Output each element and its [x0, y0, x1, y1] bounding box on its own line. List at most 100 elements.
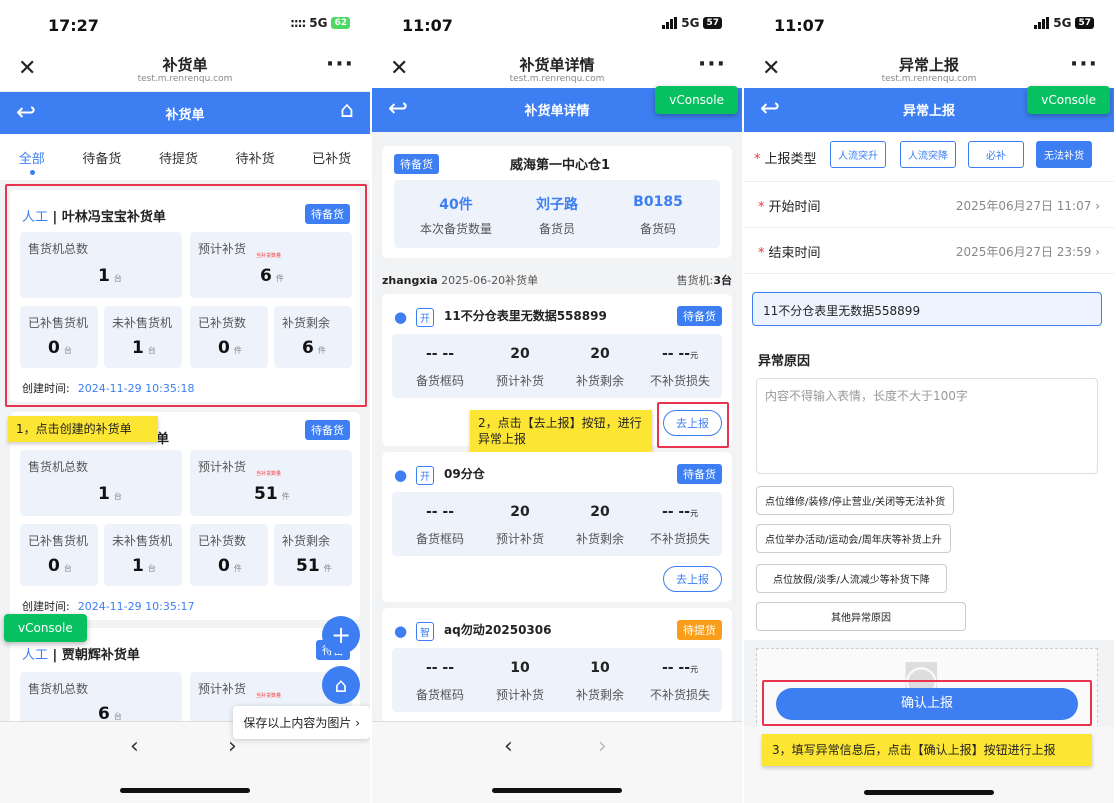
reason-preset-3[interactable]: 点位放假/淡季/人流减少等补货下降	[756, 564, 947, 593]
page-url: test.m.renrenqu.com	[881, 74, 977, 84]
app-header-title: 补货单	[165, 108, 205, 123]
reason-preset-2[interactable]: 点位举办活动/运动会/周年庆等补货上升	[756, 524, 951, 553]
start-time-value: 2025年06月27日 11:07	[955, 199, 1092, 213]
phone-screen-list: 17:27 :::: 5G 62 ✕ 补货单 test.m.renrenqu.c…	[0, 0, 370, 803]
home-indicator	[492, 788, 622, 793]
end-time-row[interactable]: * 结束时间 2025年06月27日 23:59 ›	[744, 228, 1114, 274]
card-title: 人工 | 贾朝辉补货单	[22, 648, 140, 663]
location-pin-icon: ●	[394, 466, 408, 484]
stock-qty: 40件	[439, 197, 473, 213]
highlight-box	[5, 184, 367, 407]
page-url: test.m.renrenqu.com	[137, 74, 233, 84]
page-title: 补货单	[162, 56, 208, 74]
status-time: 11:07	[774, 16, 825, 35]
home-icon: ⌂	[334, 673, 348, 697]
status-badge: 待备货	[677, 306, 722, 326]
stock-code: B0185	[633, 194, 683, 210]
reason-preset-4[interactable]: 其他异常原因	[756, 602, 966, 631]
stat-undone-machines: 未补售货机 1台	[104, 524, 182, 586]
report-type-options: 人流突升 人流突降 必补 无法补货	[830, 141, 1098, 173]
nav-bar: ✕ 异常上报 test.m.renrenqu.com ···	[744, 44, 1114, 92]
status-badge: 待备货	[305, 420, 350, 440]
status-badge: 待备货	[677, 464, 722, 484]
tab-all[interactable]: 全部	[19, 148, 45, 175]
browser-back-icon[interactable]: ‹	[130, 734, 139, 759]
status-bar: 17:27 :::: 5G 62	[0, 0, 370, 44]
highlight-box	[762, 680, 1092, 726]
app-header: ↩ 补货单 ⌂	[0, 92, 370, 134]
reason-section: 异常原因 内容不得输入表情，长度不大于100字 点位维修/装修/停止营业/关闭等…	[744, 340, 1114, 640]
machine-item-card: ● 智 aq勿动20250306 待提货 -- -- 备货框码 10 预计补货 10…	[382, 608, 732, 724]
reason-textarea[interactable]: 内容不得输入表情，长度不大于100字	[756, 378, 1098, 474]
vconsole-button[interactable]: vConsole	[1027, 86, 1110, 114]
chevron-right-icon: ›	[1095, 245, 1100, 259]
machine-item-card: ● 开 09分仓 待备货 -- -- 备货框码 20 预计补货 20 补货剩余 -- …	[382, 452, 732, 602]
step-note-3: 3，填写异常信息后，点击【确认上报】按钮进行上报	[762, 734, 1092, 766]
reason-preset-1[interactable]: 点位维修/装修/停止营业/关闭等无法补货	[756, 486, 955, 515]
warehouse-name: 威海第一中心仓1	[510, 158, 611, 173]
machine-type-tag: 智	[416, 622, 434, 641]
tab-pending-stock[interactable]: 待备货	[82, 148, 121, 167]
stat-total-machines: 售货机总数 1台	[20, 450, 182, 516]
home-fab-button[interactable]: ⌂	[322, 666, 360, 704]
phone-screen-detail: 11:07 5G 57 ✕ 补货单详情 test.m.renrenqu.com …	[372, 0, 742, 803]
add-fab-button[interactable]: +	[322, 616, 360, 654]
stat-total-machines: 售货机总数 6台	[20, 672, 182, 728]
type-option-surge[interactable]: 人流突升	[830, 141, 886, 168]
status-badge: 待提货	[677, 620, 722, 640]
machine-name: 11不分仓表里无数据558899	[444, 309, 607, 323]
signal-bars-icon	[1034, 17, 1050, 29]
signal-bars-icon	[662, 17, 678, 29]
tab-pending-pickup[interactable]: 待提货	[159, 148, 198, 167]
type-option-must[interactable]: 必补	[968, 141, 1024, 168]
go-report-button[interactable]: 去上报	[663, 566, 722, 592]
more-icon[interactable]: ···	[1070, 52, 1098, 77]
browser-back-icon[interactable]: ‹	[504, 734, 513, 759]
more-icon[interactable]: ···	[698, 52, 726, 77]
stock-summary-card: 待备货 威海第一中心仓1 40件 本次备货数量 刘子路 备货员 B0185 备货…	[382, 146, 732, 258]
tab-pending-replenish[interactable]: 待补货	[236, 148, 275, 167]
status-time: 17:27	[48, 16, 99, 35]
browser-bottom-bar: ‹ ›	[372, 721, 742, 803]
stat-remaining: 补货剩余 51 件	[274, 524, 352, 586]
wifi-dots-icon: ::::	[290, 16, 306, 30]
machine-stats: -- -- 备货框码 10 预计补货 10 补货剩余 -- --元 不补货损失	[392, 648, 722, 712]
page-title: 异常上报	[898, 56, 959, 74]
nav-bar: ✕ 补货单详情 test.m.renrenqu.com ···	[372, 44, 742, 92]
battery-icon: 57	[703, 17, 722, 29]
status-signal: 5G 57	[1034, 16, 1094, 30]
status-tabs: 全部 待备货 待提货 待补货 已补货	[0, 134, 370, 180]
machine-type-tag: 开	[416, 308, 434, 327]
type-option-drop[interactable]: 人流突降	[900, 141, 956, 168]
page-title: 补货单详情	[519, 56, 595, 74]
order-meta-line: zhangxia 2025-06-20补货单 售货机:3台	[382, 274, 732, 287]
status-bar: 11:07 5G 57	[372, 0, 742, 44]
battery-icon: 57	[1075, 17, 1094, 29]
browser-forward-icon[interactable]: ›	[598, 734, 607, 759]
replenish-order-card[interactable]: 单 待备货 售货机总数 1台 预计补货 当补货数量 51 件 已补售货机 0台 未…	[10, 412, 360, 620]
status-signal: 5G 57	[662, 16, 722, 30]
shop-name-field: 11不分仓表里无数据558899	[752, 292, 1102, 326]
home-icon[interactable]: ⌂	[340, 98, 354, 123]
machine-type-tag: 开	[416, 466, 434, 485]
vconsole-button[interactable]: vConsole	[4, 614, 87, 642]
shop-section: 11不分仓表里无数据558899	[744, 274, 1114, 340]
created-time: 创建时间: 2024-11-29 10:35:17	[22, 600, 195, 613]
end-time-value: 2025年06月27日 23:59	[955, 245, 1092, 259]
vconsole-button[interactable]: vConsole	[655, 86, 738, 114]
type-option-unable[interactable]: 无法补货	[1036, 141, 1092, 168]
stat-planned: 预计补货 当补货数量 51 件	[190, 450, 352, 516]
location-pin-icon: ●	[394, 308, 408, 326]
chevron-right-icon: ›	[355, 716, 360, 730]
status-signal: :::: 5G 62	[290, 16, 350, 30]
location-pin-icon: ●	[394, 622, 408, 640]
report-type-row: * 上报类型 人流突升 人流突降 必补 无法补货	[744, 132, 1114, 182]
start-time-row[interactable]: * 开始时间 2025年06月27日 11:07 ›	[744, 182, 1114, 228]
machine-stats: -- -- 备货框码 20 预计补货 20 补货剩余 -- --元 不补货损失	[392, 492, 722, 556]
save-as-image-popup[interactable]: 保存以上内容为图片 ›	[233, 706, 370, 739]
machine-name: aq勿动20250306	[444, 623, 552, 637]
status-badge: 待备货	[394, 154, 439, 174]
tab-replenished[interactable]: 已补货	[312, 148, 351, 167]
reason-title: 异常原因	[758, 354, 811, 369]
more-icon[interactable]: ···	[326, 52, 354, 77]
